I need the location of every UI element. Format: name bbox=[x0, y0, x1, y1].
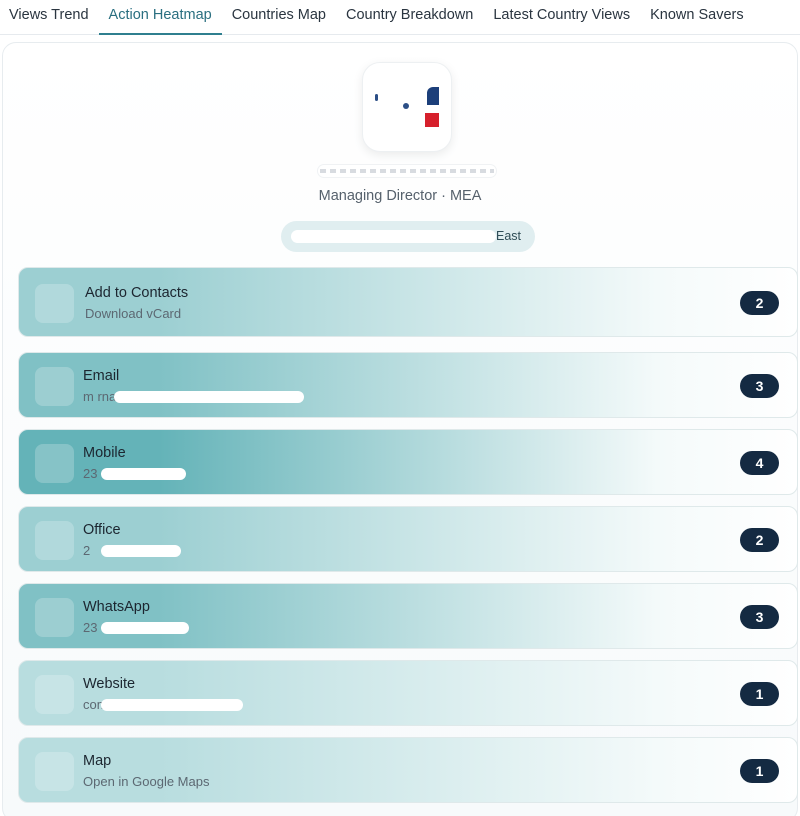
contact-card-icon bbox=[35, 284, 74, 323]
action-row-map[interactable]: Map Open in Google Maps 1 bbox=[18, 737, 798, 803]
tab-countries-map[interactable]: Countries Map bbox=[222, 0, 336, 35]
pill-text: East bbox=[495, 229, 521, 243]
phone-icon bbox=[35, 444, 74, 483]
action-label: Website bbox=[83, 676, 136, 692]
action-row-add-to-contacts[interactable]: Add to Contacts Download vCard 2 bbox=[18, 267, 798, 337]
map-pin-icon bbox=[35, 752, 74, 791]
tab-latest-country-views[interactable]: Latest Country Views bbox=[483, 0, 640, 35]
logo-mark-red bbox=[425, 113, 439, 127]
action-label: Mobile bbox=[83, 445, 126, 461]
action-count-badge: 3 bbox=[740, 605, 779, 629]
office-phone-icon bbox=[35, 521, 74, 560]
action-label: WhatsApp bbox=[83, 599, 150, 615]
tab-action-heatmap[interactable]: Action Heatmap bbox=[98, 0, 222, 35]
action-count-badge: 3 bbox=[740, 374, 779, 398]
action-sub: 2 bbox=[83, 543, 91, 558]
action-sub: 23 bbox=[83, 620, 98, 635]
tab-known-savers[interactable]: Known Savers bbox=[640, 0, 754, 35]
company-logo bbox=[362, 62, 452, 152]
pill-redacted-text bbox=[291, 230, 496, 243]
action-label: Add to Contacts bbox=[85, 285, 189, 301]
tab-views-trend[interactable]: Views Trend bbox=[0, 0, 99, 35]
action-row-email[interactable]: Email m rnatour@ .com 3 bbox=[18, 352, 798, 418]
action-sub: Download vCard bbox=[85, 306, 182, 321]
profile-subtitle: Managing Director · MEA bbox=[318, 188, 482, 204]
redaction bbox=[101, 699, 243, 711]
action-row-office[interactable]: Office 2 2 bbox=[18, 506, 798, 572]
redaction bbox=[114, 391, 304, 403]
action-count-badge: 2 bbox=[740, 528, 779, 552]
redaction bbox=[101, 622, 189, 634]
action-row-mobile[interactable]: Mobile 23 4 bbox=[18, 429, 798, 495]
action-count-badge: 1 bbox=[740, 759, 779, 783]
logo-mark-dot bbox=[403, 103, 409, 109]
redaction bbox=[101, 545, 181, 557]
logo-mark-blue bbox=[427, 87, 439, 105]
action-count-badge: 1 bbox=[740, 682, 779, 706]
action-sub: 23 bbox=[83, 466, 98, 481]
action-count-badge: 4 bbox=[740, 451, 779, 475]
action-row-website[interactable]: Website com/ 1 bbox=[18, 660, 798, 726]
redaction bbox=[101, 468, 186, 480]
action-label: Office bbox=[83, 522, 121, 538]
tab-country-breakdown[interactable]: Country Breakdown bbox=[336, 0, 483, 35]
company-pill: East bbox=[281, 221, 535, 252]
action-sub: Open in Google Maps bbox=[83, 774, 210, 789]
globe-icon bbox=[35, 675, 74, 714]
action-row-whatsapp[interactable]: WhatsApp 23 3 bbox=[18, 583, 798, 649]
action-count-badge: 2 bbox=[740, 291, 779, 315]
action-label: Email bbox=[83, 368, 120, 384]
logo-mark-dot bbox=[375, 94, 378, 101]
email-icon bbox=[35, 367, 74, 406]
whatsapp-icon bbox=[35, 598, 74, 637]
profile-name-redacted bbox=[318, 165, 496, 177]
tab-bar: Views Trend Action Heatmap Countries Map… bbox=[0, 0, 800, 35]
action-label: Map bbox=[83, 753, 112, 769]
